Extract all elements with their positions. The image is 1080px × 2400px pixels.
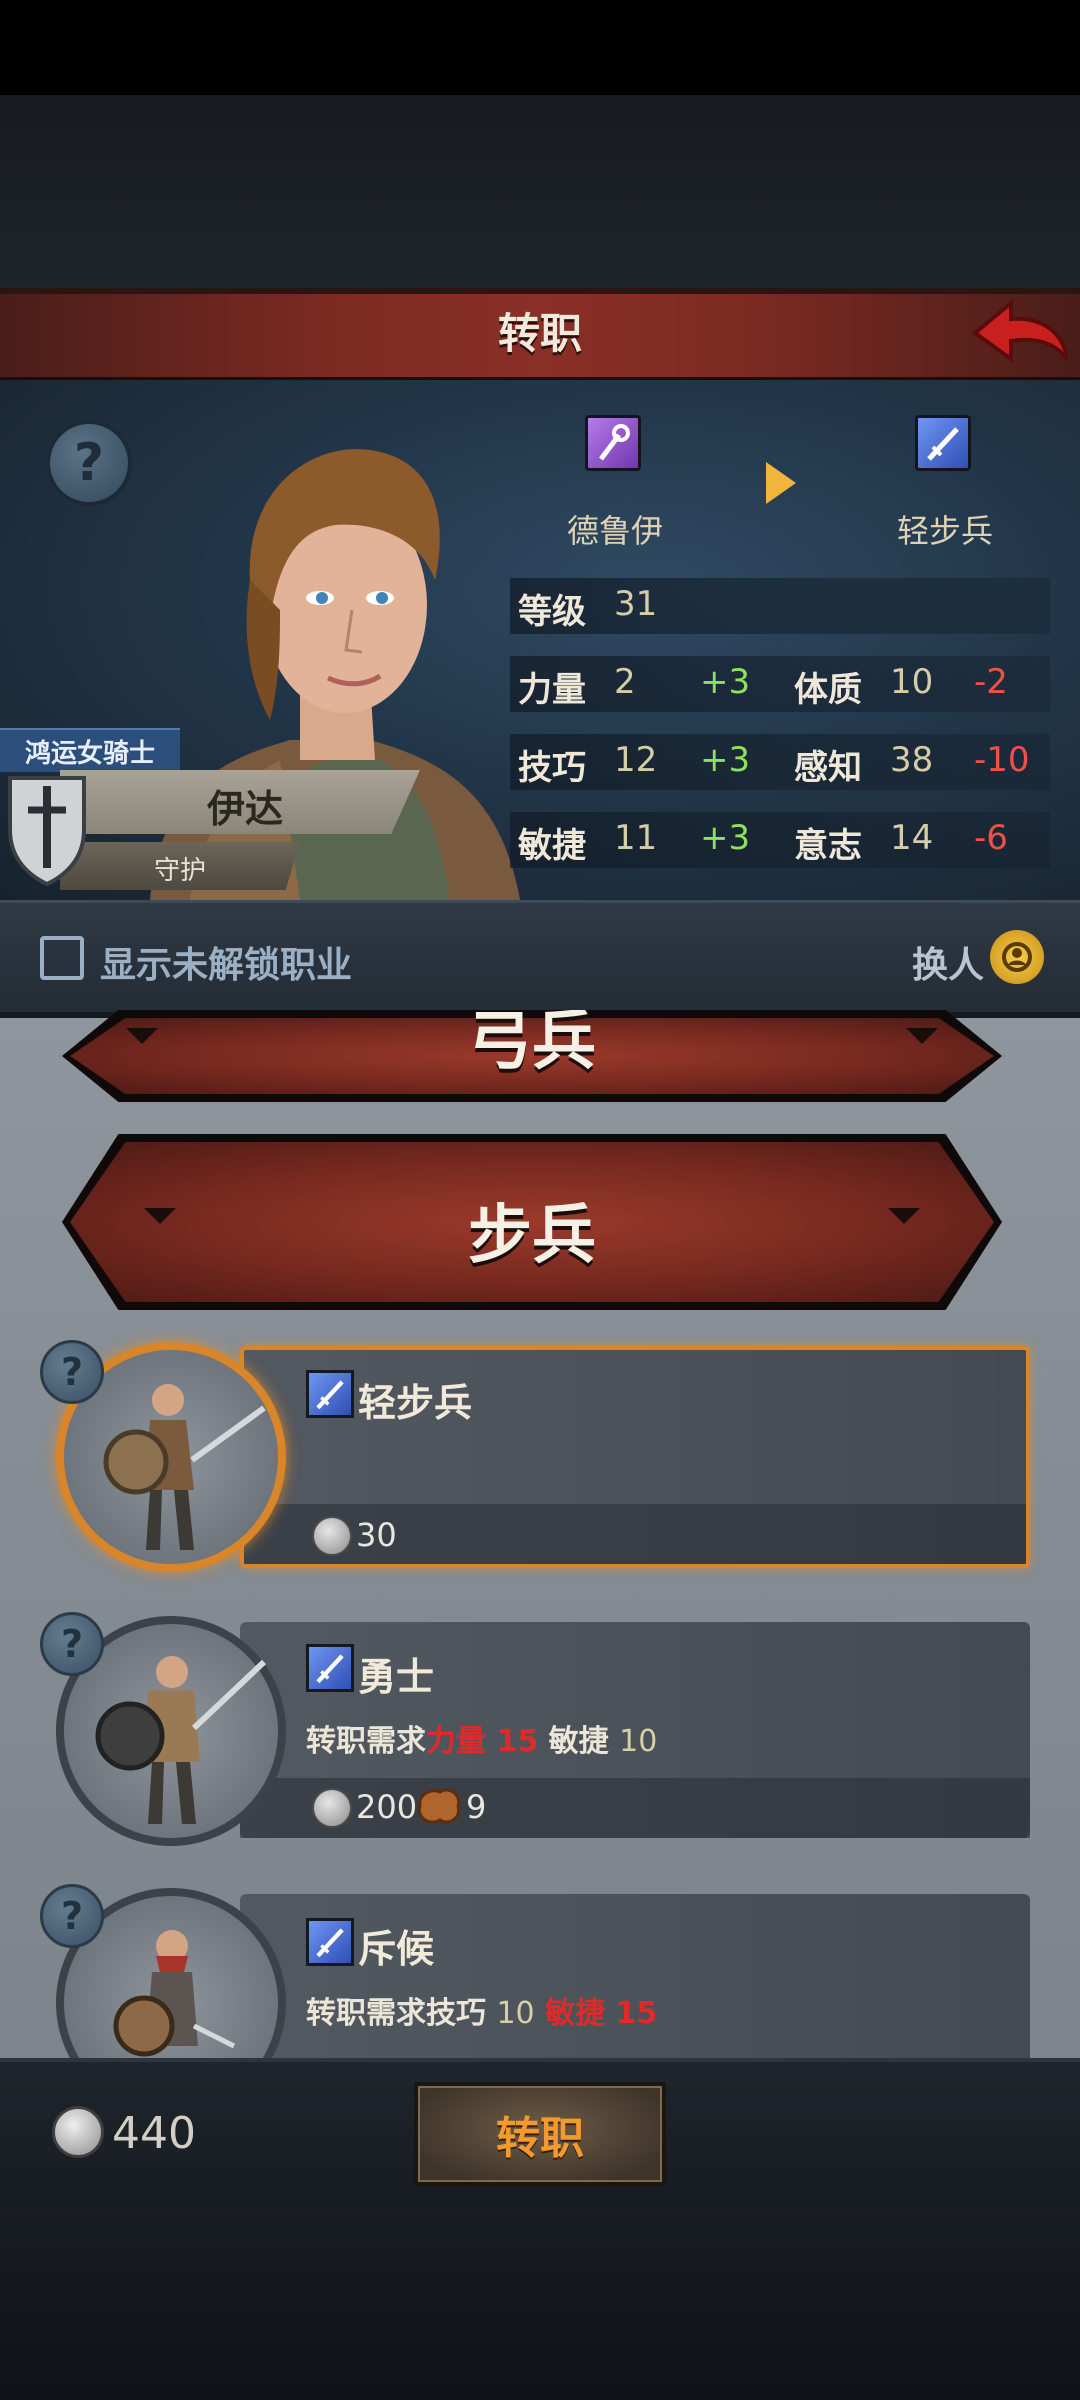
help-icon[interactable]: ? [40,1884,104,1948]
help-icon[interactable]: ? [40,1612,104,1676]
skill-value: 12 [614,740,658,780]
strength-delta: +3 [700,662,751,702]
page-title: 转职 [497,309,582,358]
level-label: 等级 [518,592,586,632]
scout-class-icon [306,1918,354,1966]
category-archer-banner[interactable]: 弓兵 [62,1010,1002,1102]
bottom-background [0,2208,1080,2400]
skill-label: 技巧 [518,748,586,788]
unit-requirements: 转职需求技巧 10 敏捷 15 [306,1988,657,2032]
unit-cost: 30 [356,1516,397,1554]
unit-cost: 200 [356,1788,418,1826]
coin-balance: 440 [112,2108,196,2159]
item-count: 9 [466,1788,487,1826]
requirement-1-label: 技巧 [426,1996,486,2031]
requirement-2-label: 敏捷 [548,1724,609,1759]
coin-icon [52,2106,104,2158]
strength-label: 力量 [518,670,586,710]
hero-title-tag: 鸿运女骑士 [0,728,180,772]
from-class-name: 德鲁伊 [566,512,663,550]
requirement-1-label: 力量 [426,1724,486,1759]
switch-hero-label[interactable]: 换人 [912,936,984,988]
show-locked-label[interactable]: 显示未解锁职业 [100,936,352,988]
constitution-delta: -2 [974,662,1008,702]
unit-requirements: 转职需求力量 15 敏捷 10 [306,1716,657,1760]
category-infantry-label: 步兵 [468,1199,596,1273]
back-button[interactable] [966,292,1076,372]
change-class-button[interactable]: 转职 [414,2082,666,2186]
perception-delta: -10 [974,740,1030,780]
stat-row-1: 力量 2 +3 体质 10 -2 [510,656,1050,712]
agility-value: 11 [614,818,658,858]
chevron-down-icon [888,1208,920,1224]
help-icon[interactable]: ? [40,1340,104,1404]
stat-row-2: 技巧 12 +3 感知 38 -10 [510,734,1050,790]
coin-icon [312,1788,352,1828]
back-arrow-icon [971,298,1069,363]
strength-value: 2 [614,662,636,702]
requirement-2-value: 15 [615,1996,658,2031]
light-infantry-class-icon [915,415,971,471]
will-value: 14 [890,818,934,858]
unit-name: 勇士 [358,1655,435,1699]
requirement-label: 转职需求 [306,1996,426,2031]
chevron-down-icon [144,1208,176,1224]
stat-row-3: 敏捷 11 +3 意志 14 -6 [510,812,1050,868]
requirement-2-label: 敏捷 [545,1996,606,2031]
hero-role: 守护 [153,856,206,886]
skill-delta: +3 [700,740,751,780]
top-background [0,0,1080,290]
constitution-label: 体质 [794,670,862,710]
hero-name: 伊达 [206,787,283,831]
shield-sword-icon [8,776,86,886]
arrow-right-icon [766,462,796,504]
requirement-2-value: 10 [619,1724,658,1759]
to-class-name: 轻步兵 [896,512,993,550]
perception-label: 感知 [794,748,862,788]
category-infantry-banner[interactable]: 步兵 [62,1134,1002,1310]
will-delta: -6 [974,818,1008,858]
show-locked-checkbox[interactable] [40,936,84,980]
requirement-label: 转职需求 [306,1724,426,1759]
light-infantry-class-icon [306,1370,354,1418]
druid-class-icon [585,415,641,471]
unit-name: 轻步兵 [358,1381,473,1425]
chevron-down-icon [126,1028,158,1044]
level-row: 等级 31 [510,578,1050,634]
leather-icon [417,1788,461,1824]
will-label: 意志 [794,826,862,866]
perception-value: 38 [890,740,934,780]
coin-icon [312,1516,352,1556]
warrior-class-icon [306,1644,354,1692]
agility-label: 敏捷 [518,826,586,866]
help-icon[interactable]: ? [46,420,132,506]
agility-delta: +3 [700,818,751,858]
unit-name: 斥候 [358,1927,435,1971]
constitution-value: 10 [890,662,934,702]
chevron-down-icon [906,1028,938,1044]
level-value: 31 [614,584,658,624]
requirement-1-value: 10 [496,1996,535,2031]
switch-hero-icon[interactable] [990,930,1044,984]
requirement-1-value: 15 [496,1724,539,1759]
